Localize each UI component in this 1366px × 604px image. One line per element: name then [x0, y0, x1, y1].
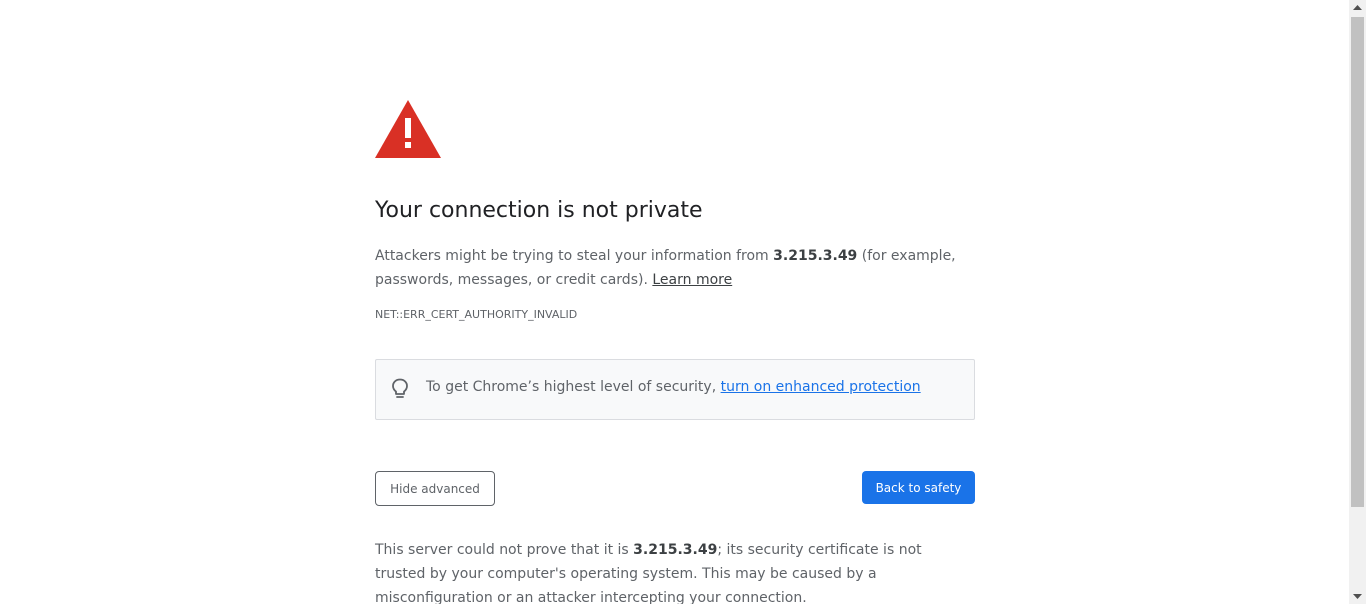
details-prefix: This server could not prove that it is [375, 542, 634, 558]
warning-triangle-icon [375, 100, 441, 158]
scrollbar-thumb[interactable] [1351, 17, 1364, 507]
enhanced-protection-link[interactable]: turn on enhanced protection [721, 379, 921, 395]
main-message: Attackers might be trying to steal your … [375, 244, 975, 292]
details-host-name: 3.215.3.49 [633, 542, 718, 558]
main-message-prefix: Attackers might be trying to steal your … [375, 248, 774, 264]
scroll-down-arrow-icon[interactable] [1349, 587, 1366, 604]
page-title: Your connection is not private [375, 198, 703, 223]
learn-more-link[interactable]: Learn more [652, 272, 732, 288]
promo-text: To get Chrome’s highest level of securit… [426, 379, 721, 395]
details-message: This server could not prove that it is 3… [375, 538, 975, 604]
host-name: 3.215.3.49 [773, 248, 858, 264]
enhanced-protection-promo: To get Chrome’s highest level of securit… [375, 359, 975, 420]
security-interstitial-page: Your connection is not private Attackers… [0, 0, 1366, 604]
error-code: NET::ERR_CERT_AUTHORITY_INVALID [375, 308, 578, 321]
promo-message: To get Chrome’s highest level of securit… [426, 379, 921, 395]
back-to-safety-button[interactable]: Back to safety [862, 471, 975, 504]
hide-advanced-button[interactable]: Hide advanced [375, 471, 495, 506]
vertical-scrollbar[interactable] [1349, 0, 1366, 604]
scroll-up-arrow-icon[interactable] [1349, 0, 1366, 17]
lightbulb-icon [392, 378, 408, 398]
